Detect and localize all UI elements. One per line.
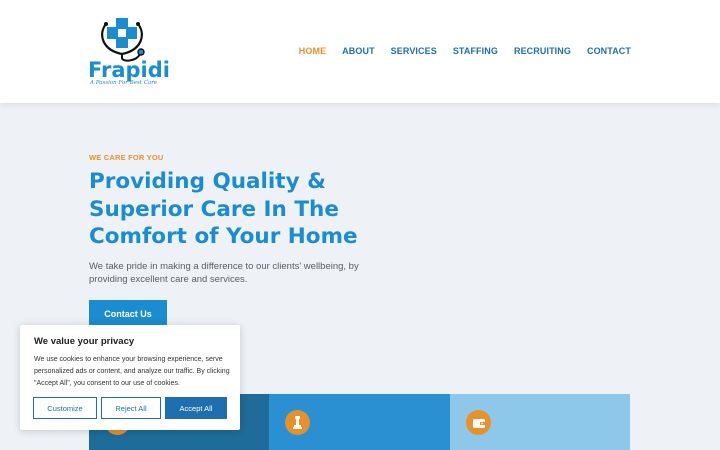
brand-logo[interactable]: Frapidi A Passion For Best Care	[88, 14, 170, 88]
hero-eyebrow: WE CARE FOR YOU	[89, 153, 164, 162]
cookie-consent-banner: We value your privacy We use cookies to …	[20, 325, 240, 430]
site-header: Frapidi A Passion For Best Care HOME ABO…	[0, 0, 720, 103]
nav-contact[interactable]: CONTACT	[587, 46, 631, 56]
cookie-buttons: Customize Reject All Accept All	[33, 397, 227, 419]
hero-title: Providing Quality & Superior Care In The…	[89, 169, 358, 249]
chess-piece-icon	[285, 410, 310, 435]
accept-all-button[interactable]: Accept All	[165, 397, 227, 419]
stethoscope-cross-icon	[101, 18, 145, 62]
brand-tagline: A Passion For Best Care	[90, 80, 158, 86]
nav-staffing[interactable]: STAFFING	[453, 46, 498, 56]
nav-services[interactable]: SERVICES	[391, 46, 437, 56]
nav-about[interactable]: ABOUT	[342, 46, 375, 56]
customize-button[interactable]: Customize	[33, 397, 97, 419]
feature-card	[269, 394, 450, 450]
hero-description: We take pride in making a difference to …	[89, 261, 359, 285]
nav-recruiting[interactable]: RECRUITING	[514, 46, 571, 56]
wallet-icon	[466, 410, 491, 435]
reject-all-button[interactable]: Reject All	[101, 397, 161, 419]
contact-us-button[interactable]: Contact Us	[89, 300, 167, 327]
feature-card	[450, 394, 630, 450]
cookie-title: We value your privacy	[34, 336, 135, 347]
brand-name: Frapidi	[88, 58, 170, 82]
nav-home[interactable]: HOME	[299, 46, 326, 56]
main-nav: HOME ABOUT SERVICES STAFFING RECRUITING …	[299, 46, 631, 56]
cookie-text: We use cookies to enhance your browsing …	[34, 356, 230, 387]
